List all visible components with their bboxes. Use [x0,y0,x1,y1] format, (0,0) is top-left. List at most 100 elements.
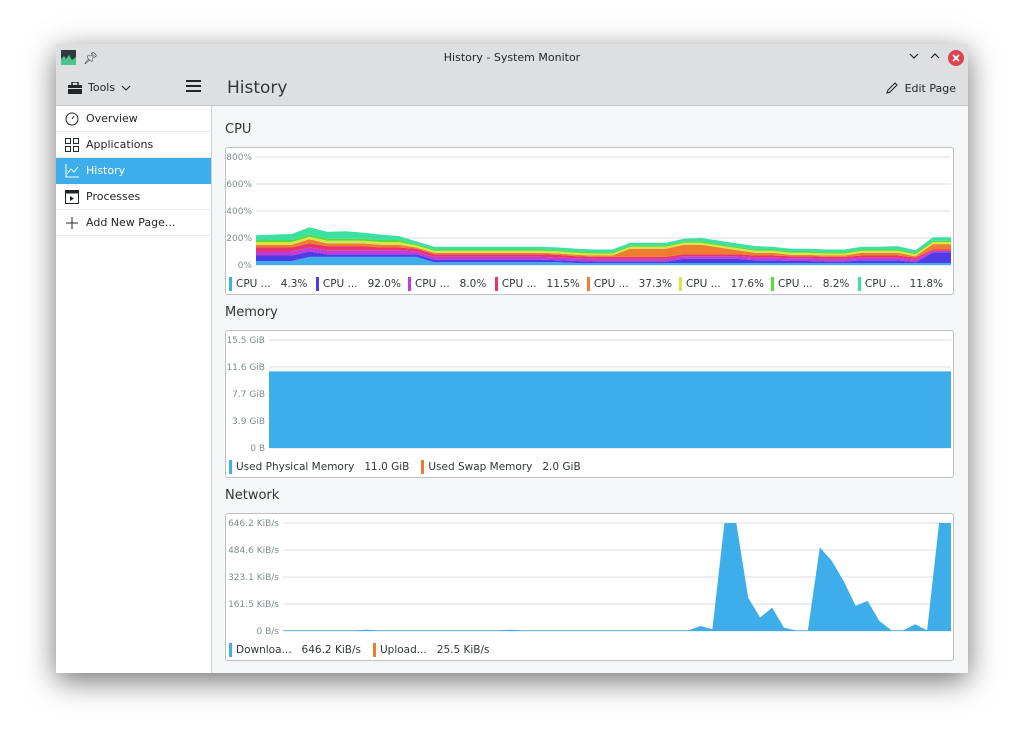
maximize-button[interactable] [927,50,943,66]
page-title: History [227,78,288,98]
app-window: 📌︎ History - System Monitor Tools Histor… [56,44,968,673]
legend-value: 17.6% [730,278,765,290]
legend-swatch [494,277,498,291]
y-tick-label: 323.1 KiB/s [228,573,279,583]
legend-item: CPU ... 17.6% [678,277,765,291]
legend-swatch [857,277,861,291]
legend-value: 646.2 KiB/s [301,644,361,656]
sidebar-item-label: Overview [86,112,138,125]
y-tick-label: 7.7 GiB [232,390,265,400]
y-tick-label: 0 B/s [257,627,280,637]
gauge-icon [65,112,79,125]
legend-swatch [229,643,232,657]
close-button[interactable] [948,50,964,66]
plus-icon [66,216,78,229]
legend-label: Used Physical Memory [236,461,355,473]
y-tick-label: 646.2 KiB/s [228,519,279,529]
legend-value: 4.3% [280,278,308,290]
legend-label: CPU ... [501,278,537,290]
toolbar: Tools History Edit Page [56,72,968,106]
sidebar-item-label: History [86,164,126,177]
edit-page-button[interactable]: Edit Page [885,81,956,95]
legend-item: Used Physical Memory 11.0 GiB [229,460,409,474]
legend-label: CPU ... [322,278,358,290]
sidebar-item-label: Processes [86,190,141,203]
legend-value: 11.8% [909,278,943,290]
network-section-title: Network [225,488,280,503]
legend-swatch [421,460,425,474]
network-chart-card: 646.2 KiB/s 484.6 KiB/s 323.1 KiB/s 161.5 K… [225,513,954,661]
legend-label: Used Swap Memory [428,461,533,473]
toolbox-icon [68,81,82,94]
legend-value: 11.0 GiB [364,461,410,473]
hamburger-menu-button[interactable] [186,80,201,94]
legend-label: CPU ... [778,278,813,290]
legend-item: CPU ... 37.3% [586,277,672,291]
legend-swatch [407,277,411,291]
y-tick-label: 0% [238,261,253,271]
legend-swatch [678,277,682,291]
y-tick-label: 400% [226,207,252,217]
sidebar-item-label: Add New Page... [86,216,176,229]
sidebar-item-label: Applications [86,138,154,151]
title-bar[interactable]: 📌︎ History - System Monitor [56,44,968,72]
sidebar-item-overview[interactable]: Overview [56,106,211,132]
legend-value: 2.0 GiB [542,461,581,473]
y-tick-label: 800% [226,153,252,163]
legend-label: CPU ... [414,278,450,290]
chevron-down-icon [909,53,919,59]
legend-item: CPU ... 8.2% [771,277,851,291]
memory-legend: Used Physical Memory 11.0 GiB Used Swap Me… [229,460,950,474]
chevron-up-icon [930,53,940,59]
chevron-down-icon [121,85,131,91]
y-tick-label: 0 B [250,444,265,454]
y-tick-label: 11.6 GiB [226,363,265,373]
series-area-1 [269,371,951,448]
cpu-legend: CPU ... 4.3% CPU ... 92.0% CPU ... 8.0% CPU ..… [229,277,950,291]
sidebar: Overview Applications History Processes … [56,106,212,673]
memory-section-title: Memory [225,305,278,320]
cpu-chart-card: 800% 600% 400% 200% 0% CPU ... 4.3% CPU ... 92.… [225,147,954,295]
sidebar-item-applications[interactable]: Applications [56,132,211,158]
memory-chart: 15.5 GiB 11.6 GiB 7.7 GiB 3.9 GiB 0 B [226,336,951,454]
history-page: CPU 800% 600% 400% 200% 0% CPU ... 4.3% CPU ..… [212,106,968,673]
legend-item: CPU ... 4.3% [229,277,309,291]
legend-label: Downloa... [236,644,292,656]
legend-swatch [229,460,232,474]
legend-value: 37.3% [638,278,672,290]
legend-item: CPU ... 11.5% [494,277,580,291]
window-title: History - System Monitor [443,51,581,64]
legend-item: Upload... 25.5 KiB/s [372,643,490,657]
y-tick-label: 600% [226,180,252,190]
y-tick-label: 161.5 KiB/s [228,600,279,610]
legend-label: CPU ... [864,278,900,290]
y-tick-label: 200% [226,234,252,244]
network-chart: 646.2 KiB/s 484.6 KiB/s 323.1 KiB/s 161.5 K… [228,519,951,637]
grid-icon [65,137,79,152]
legend-item: CPU ... 92.0% [315,277,401,291]
sidebar-item-processes[interactable]: Processes [56,184,211,210]
sidebar-item-add-new-page[interactable]: Add New Page... [56,210,211,236]
legend-item: CPU ... 8.0% [407,277,488,291]
legend-item: CPU ... 11.8% [857,277,943,291]
y-tick-label: 15.5 GiB [226,336,265,346]
minimize-button[interactable] [906,50,922,66]
legend-label: CPU ... [685,278,721,290]
legend-value: 8.0% [459,278,487,290]
tools-menu-button[interactable]: Tools [68,81,131,94]
legend-swatch [372,643,376,657]
legend-value: 11.5% [546,278,580,290]
cpu-chart: 800% 600% 400% 200% 0% [226,153,951,271]
legend-label: CPU ... [236,278,271,290]
cpu-section-title: CPU [225,122,252,137]
y-tick-label: 484.6 KiB/s [228,546,279,556]
network-legend: Downloa... 646.2 KiB/s Upload... 25.5 KiB/s [229,643,950,657]
legend-value: 92.0% [367,278,401,290]
tools-label: Tools [88,81,116,94]
sidebar-item-history[interactable]: History [56,158,211,184]
legend-value: 25.5 KiB/s [436,644,490,656]
chart-line-icon [65,163,79,177]
legend-item: Downloa... 646.2 KiB/s [229,643,361,657]
legend-swatch [315,277,319,291]
memory-chart-card: 15.5 GiB 11.6 GiB 7.7 GiB 3.9 GiB 0 B Used P… [225,330,954,478]
